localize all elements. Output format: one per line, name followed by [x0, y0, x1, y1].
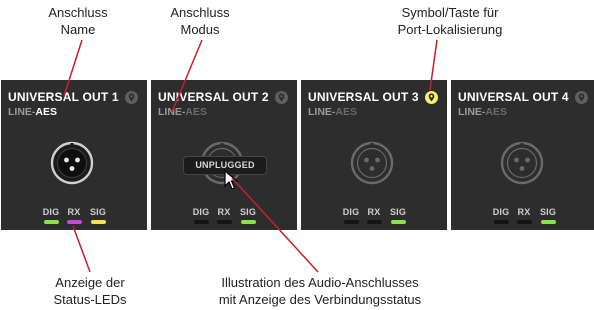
led-label: RX: [67, 207, 81, 217]
xlr-connector-icon: [49, 140, 95, 186]
mode-line-label: LINE: [308, 106, 332, 118]
led-indicator: [366, 220, 382, 224]
mode-aes-label: AES: [335, 106, 358, 118]
status-led-dig: DIG: [192, 207, 210, 224]
mode-aes-label: AES: [185, 106, 208, 118]
led-label: DIG: [492, 207, 510, 217]
led-indicator: [193, 220, 209, 224]
status-led-rx: RX: [365, 207, 383, 224]
callout-connector-name: Anschluss Name: [38, 4, 118, 38]
callout-connector-mode: Anschluss Modus: [160, 4, 240, 38]
callout-status-leds: Anzeige der Status-LEDs: [40, 274, 140, 308]
led-indicator: [43, 220, 59, 224]
locate-port-button[interactable]: [125, 91, 138, 104]
port-mode[interactable]: LINE-AES: [8, 106, 57, 118]
led-indicator: [240, 220, 256, 224]
locate-port-button[interactable]: [275, 91, 288, 104]
output-panel-3: UNIVERSAL OUT 3 LINE-AES DIG RX SIG: [301, 80, 447, 230]
output-panel-4: UNIVERSAL OUT 4 LINE-AES DIG RX SIG: [451, 80, 594, 230]
callout-line: Modus: [180, 22, 220, 37]
led-label: SIG: [89, 207, 107, 217]
status-led-rx: RX: [215, 207, 233, 224]
led-label: DIG: [192, 207, 210, 217]
led-label: SIG: [389, 207, 407, 217]
led-label: SIG: [239, 207, 257, 217]
led-indicator: [216, 220, 232, 224]
callout-line: Status-LEDs: [53, 292, 127, 307]
status-leds: DIG RX SIG: [1, 207, 147, 227]
led-indicator: [493, 220, 509, 224]
status-leds: DIG RX SIG: [151, 207, 297, 227]
led-indicator: [90, 220, 106, 224]
led-indicator: [540, 220, 556, 224]
led-label: SIG: [539, 207, 557, 217]
led-label: DIG: [42, 207, 60, 217]
status-leds: DIG RX SIG: [451, 207, 594, 227]
output-panel-1: UNIVERSAL OUT 1 LINE-AES DIG RX SIG: [1, 80, 147, 230]
callout-line: Anzeige der: [55, 275, 125, 290]
mode-line-label: LINE: [458, 106, 482, 118]
callout-line: mit Anzeige des Verbindungsstatus: [218, 292, 422, 307]
port-mode[interactable]: LINE-AES: [308, 106, 357, 118]
status-led-sig: SIG: [239, 207, 257, 224]
status-led-sig: SIG: [89, 207, 107, 224]
led-label: RX: [217, 207, 231, 217]
status-led-dig: DIG: [492, 207, 510, 224]
callout-line: Illustration des Audio-Anschlusses: [221, 275, 419, 290]
led-indicator: [516, 220, 532, 224]
port-name: UNIVERSAL OUT 2: [158, 90, 269, 104]
status-led-dig: DIG: [42, 207, 60, 224]
led-indicator: [390, 220, 406, 224]
status-led-sig: SIG: [389, 207, 407, 224]
port-name: UNIVERSAL OUT 4: [458, 90, 569, 104]
status-leds: DIG RX SIG: [301, 207, 447, 227]
port-name: UNIVERSAL OUT 1: [8, 90, 119, 104]
mode-line-label: LINE: [158, 106, 182, 118]
xlr-connector-icon: [349, 140, 395, 186]
led-label: DIG: [342, 207, 360, 217]
mouse-cursor-icon: [224, 169, 239, 195]
mode-line-label: LINE: [8, 106, 32, 118]
status-led-dig: DIG: [342, 207, 360, 224]
port-mode[interactable]: LINE-AES: [458, 106, 507, 118]
callout-connector-illustration: Illustration des Audio-Anschlusses mit A…: [195, 274, 445, 308]
status-led-sig: SIG: [539, 207, 557, 224]
callout-line: Anschluss: [48, 5, 108, 20]
callout-line: Anschluss: [170, 5, 230, 20]
port-mode[interactable]: LINE-AES: [158, 106, 207, 118]
mode-aes-label: AES: [485, 106, 508, 118]
locate-port-button[interactable]: [575, 91, 588, 104]
xlr-connector-icon: [499, 140, 545, 186]
status-led-rx: RX: [515, 207, 533, 224]
callout-line: Name: [60, 22, 96, 37]
led-indicator: [343, 220, 359, 224]
locate-port-button[interactable]: [425, 91, 438, 104]
mode-aes-label: AES: [35, 106, 58, 118]
callout-port-locate: Symbol/Taste für Port-Lokalisierung: [380, 4, 520, 38]
status-led-rx: RX: [65, 207, 83, 224]
led-label: RX: [367, 207, 381, 217]
led-indicator: [66, 220, 82, 224]
callout-line: Port-Lokalisierung: [397, 22, 503, 37]
callout-line: Symbol/Taste für: [401, 5, 499, 20]
port-name: UNIVERSAL OUT 3: [308, 90, 419, 104]
output-panel-2: UNIVERSAL OUT 2 LINE-AES UNPLUGGED DIG RX SIG: [151, 80, 297, 230]
leader-line-leds: [72, 225, 91, 273]
led-label: RX: [517, 207, 531, 217]
